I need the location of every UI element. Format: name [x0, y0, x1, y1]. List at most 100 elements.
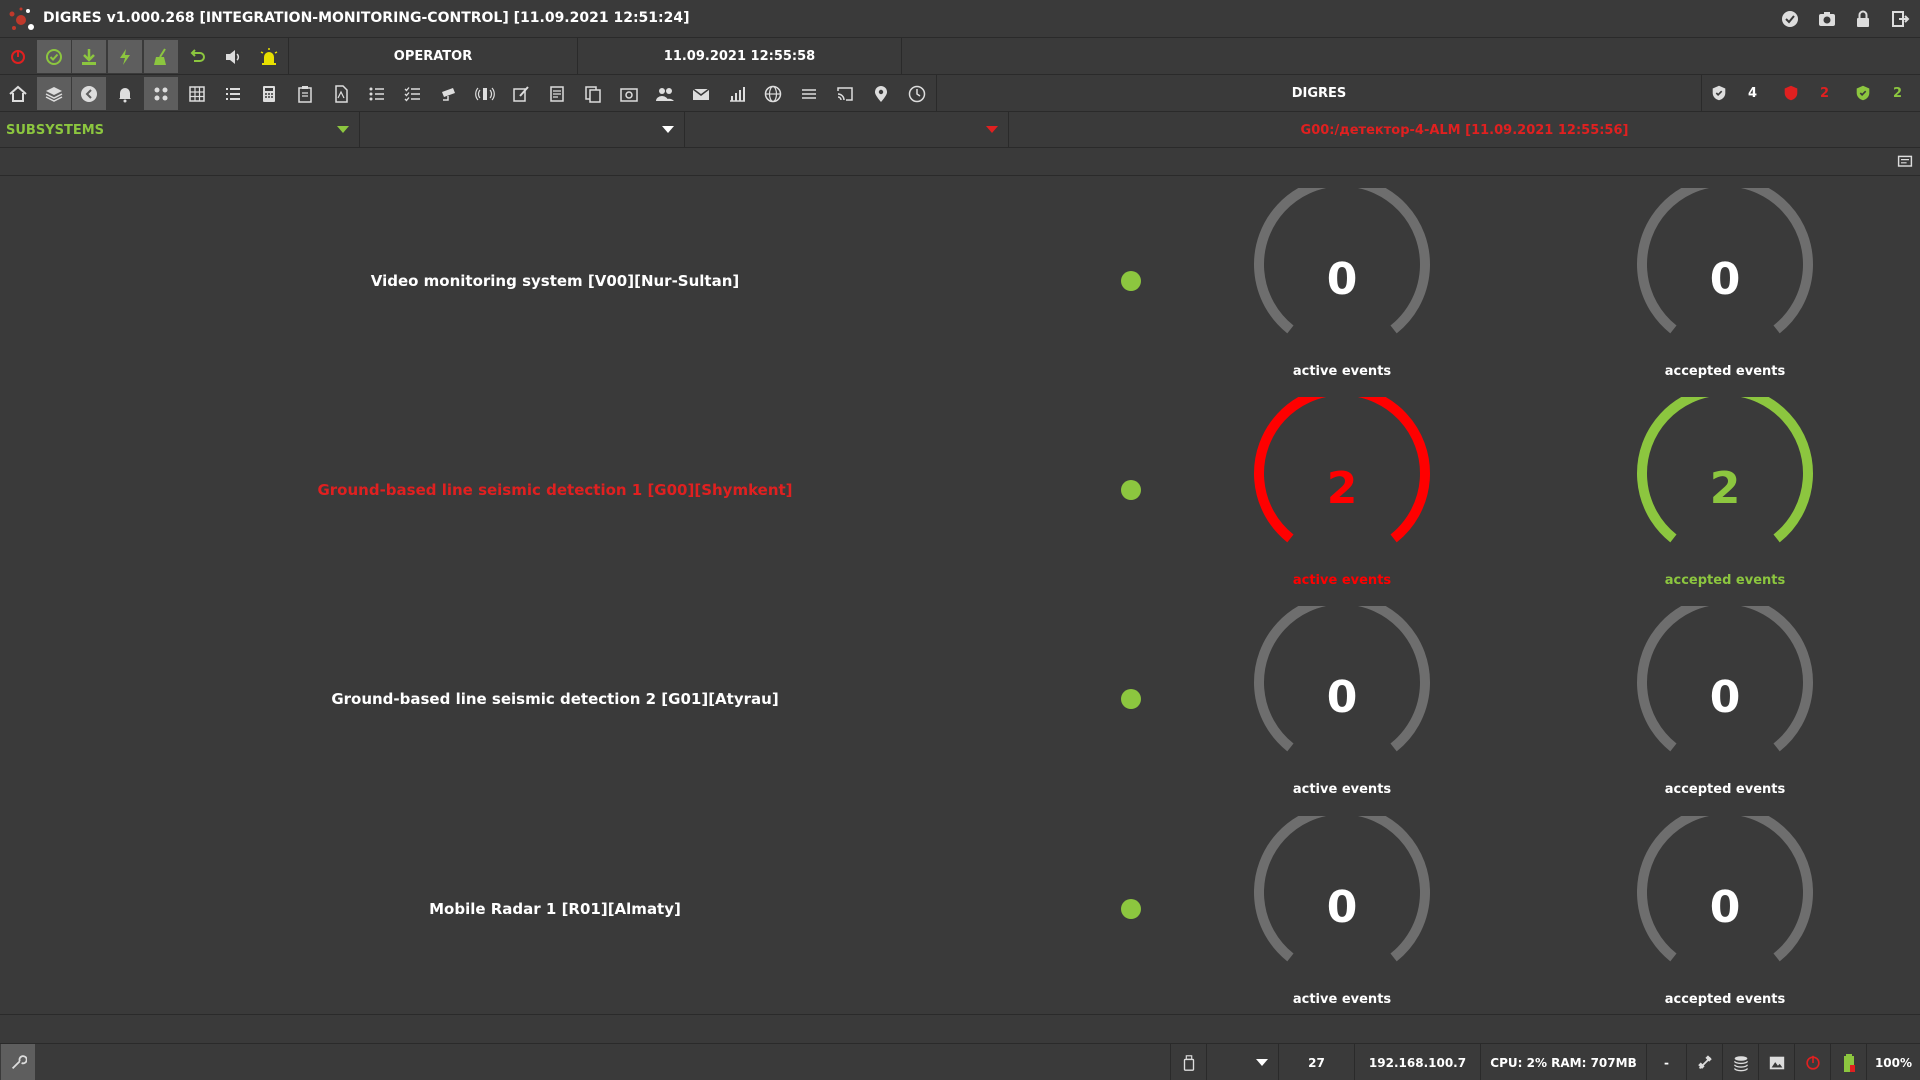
active-events-label: active events: [1292, 782, 1392, 797]
bullet-list-button[interactable]: [360, 77, 394, 110]
accepted-events-gauge: 0 accepted events: [1630, 606, 1820, 806]
tools-icon: [11, 1054, 27, 1069]
bell-icon: [119, 87, 131, 102]
sensors-button[interactable]: [468, 77, 502, 110]
database-icon: [1733, 1055, 1748, 1071]
subsystems-button[interactable]: [144, 77, 178, 110]
list-button[interactable]: [216, 77, 250, 110]
device-dropdown[interactable]: [1206, 1044, 1278, 1080]
copy-documents-icon: [585, 85, 601, 103]
layers-button[interactable]: [37, 77, 71, 110]
download-button[interactable]: [72, 40, 106, 73]
clipboard-icon: [298, 85, 312, 103]
speaker-icon: [226, 49, 240, 64]
edit-button[interactable]: [504, 77, 538, 110]
sound-button[interactable]: [216, 40, 250, 73]
counter-accepted: 2: [1893, 86, 1903, 101]
list-icon: [226, 87, 240, 100]
shield-green-icon: [1856, 85, 1870, 101]
clipboard-button[interactable]: [288, 77, 322, 110]
chevron-down-icon: [1256, 1059, 1268, 1066]
shield-white-icon: [1712, 85, 1726, 101]
cast-button[interactable]: [828, 77, 862, 110]
counter-alarm: 2: [1820, 86, 1830, 101]
history-button[interactable]: [900, 77, 934, 110]
checkmark-circle-icon[interactable]: [1780, 9, 1800, 29]
zoom-level: 100%: [1866, 1044, 1920, 1080]
filter-dropdown-2[interactable]: [360, 112, 685, 148]
map-button[interactable]: [864, 77, 898, 110]
status-bar: 27 192.168.100.7 CPU: 2% RAM: 707MB - 10…: [0, 1043, 1920, 1080]
alarm-button[interactable]: [252, 40, 286, 73]
screenshot-button[interactable]: [612, 77, 646, 110]
active-events-gauge: 2 active events: [1247, 397, 1437, 597]
counter-total: 4: [1748, 86, 1758, 101]
undo-button[interactable]: [180, 40, 214, 73]
accepted-events-gauge: 2 accepted events: [1630, 397, 1820, 597]
status-indicator: [1121, 689, 1141, 709]
power-button[interactable]: [1, 40, 35, 73]
power-red-icon: [1805, 1055, 1820, 1070]
cameras-button[interactable]: [432, 77, 466, 110]
accepted-events-label: accepted events: [1664, 364, 1786, 379]
power-status-button[interactable]: [1794, 1044, 1830, 1080]
active-events-label: active events: [1292, 364, 1392, 379]
satellite-button[interactable]: [1686, 1044, 1722, 1080]
database-button[interactable]: [1722, 1044, 1758, 1080]
report-button[interactable]: [540, 77, 574, 110]
filter-lines-button[interactable]: [792, 77, 826, 110]
current-datetime: 11.09.2021 12:55:58: [577, 38, 901, 75]
calculator-button[interactable]: [252, 77, 286, 110]
sync-button[interactable]: [108, 40, 142, 73]
mail-button[interactable]: [684, 77, 718, 110]
view-options-bar: [0, 148, 1920, 176]
statistics-button[interactable]: [720, 77, 754, 110]
device-button[interactable]: [1170, 1044, 1206, 1080]
active-events-value: 0: [1326, 672, 1358, 723]
alarm-message[interactable]: G00:/детектор-4-ALM [11.09.2021 12:55:56…: [1009, 112, 1920, 148]
subsystem-name: Mobile Radar 1 [R01][Almaty]: [429, 900, 681, 918]
home-button[interactable]: [1, 77, 35, 110]
accepted-events-label: accepted events: [1664, 782, 1786, 797]
subsystem-row[interactable]: Video monitoring system [V00][Nur-Sultan…: [0, 176, 1920, 385]
bar-chart-icon: [730, 86, 745, 102]
check-circle-icon: [46, 48, 62, 65]
active-events-label: active events: [1292, 992, 1392, 1007]
chevron-down-icon: [337, 126, 349, 133]
footer-spacer: [0, 1014, 1920, 1043]
notifications-button[interactable]: [108, 77, 142, 110]
back-button[interactable]: [72, 77, 106, 110]
network-button[interactable]: [756, 77, 790, 110]
users-button[interactable]: [648, 77, 682, 110]
image-button[interactable]: [1758, 1044, 1794, 1080]
lock-icon[interactable]: [1853, 9, 1873, 29]
active-events-gauge: 0 active events: [1247, 188, 1437, 388]
subsystem-row[interactable]: Ground-based line seismic detection 1 [G…: [0, 385, 1920, 594]
cctv-camera-icon: [442, 87, 455, 101]
pdf-button[interactable]: [324, 77, 358, 110]
accept-button[interactable]: [37, 40, 71, 73]
checklist-icon: [404, 86, 420, 101]
camera-icon[interactable]: [1817, 9, 1837, 29]
table-button[interactable]: [180, 77, 214, 110]
sensor-waves-icon: [475, 87, 495, 100]
subsystems-dropdown[interactable]: SUBSYSTEMS: [0, 112, 360, 148]
counters-panel: [1701, 75, 1920, 112]
message-window-icon[interactable]: [1897, 154, 1913, 170]
archive-button[interactable]: [576, 77, 610, 110]
lightning-icon: [120, 48, 130, 65]
clear-button[interactable]: [144, 40, 178, 73]
broom-icon: [154, 47, 166, 65]
event-count: 27: [1278, 1044, 1354, 1080]
subsystem-row[interactable]: Ground-based line seismic detection 2 [G…: [0, 594, 1920, 803]
settings-button[interactable]: [1, 1044, 35, 1080]
digres-logo-icon: [9, 7, 34, 30]
image-icon: [1769, 1056, 1784, 1069]
subsystem-row[interactable]: Mobile Radar 1 [R01][Almaty] 0 active ev…: [0, 804, 1920, 1013]
checklist-button[interactable]: [396, 77, 430, 110]
exit-icon[interactable]: [1890, 9, 1910, 29]
lines-icon: [802, 88, 816, 99]
filter-dropdown-3[interactable]: [685, 112, 1009, 148]
subsystems-label: SUBSYSTEMS: [6, 122, 105, 138]
chevron-down-icon: [662, 126, 674, 133]
